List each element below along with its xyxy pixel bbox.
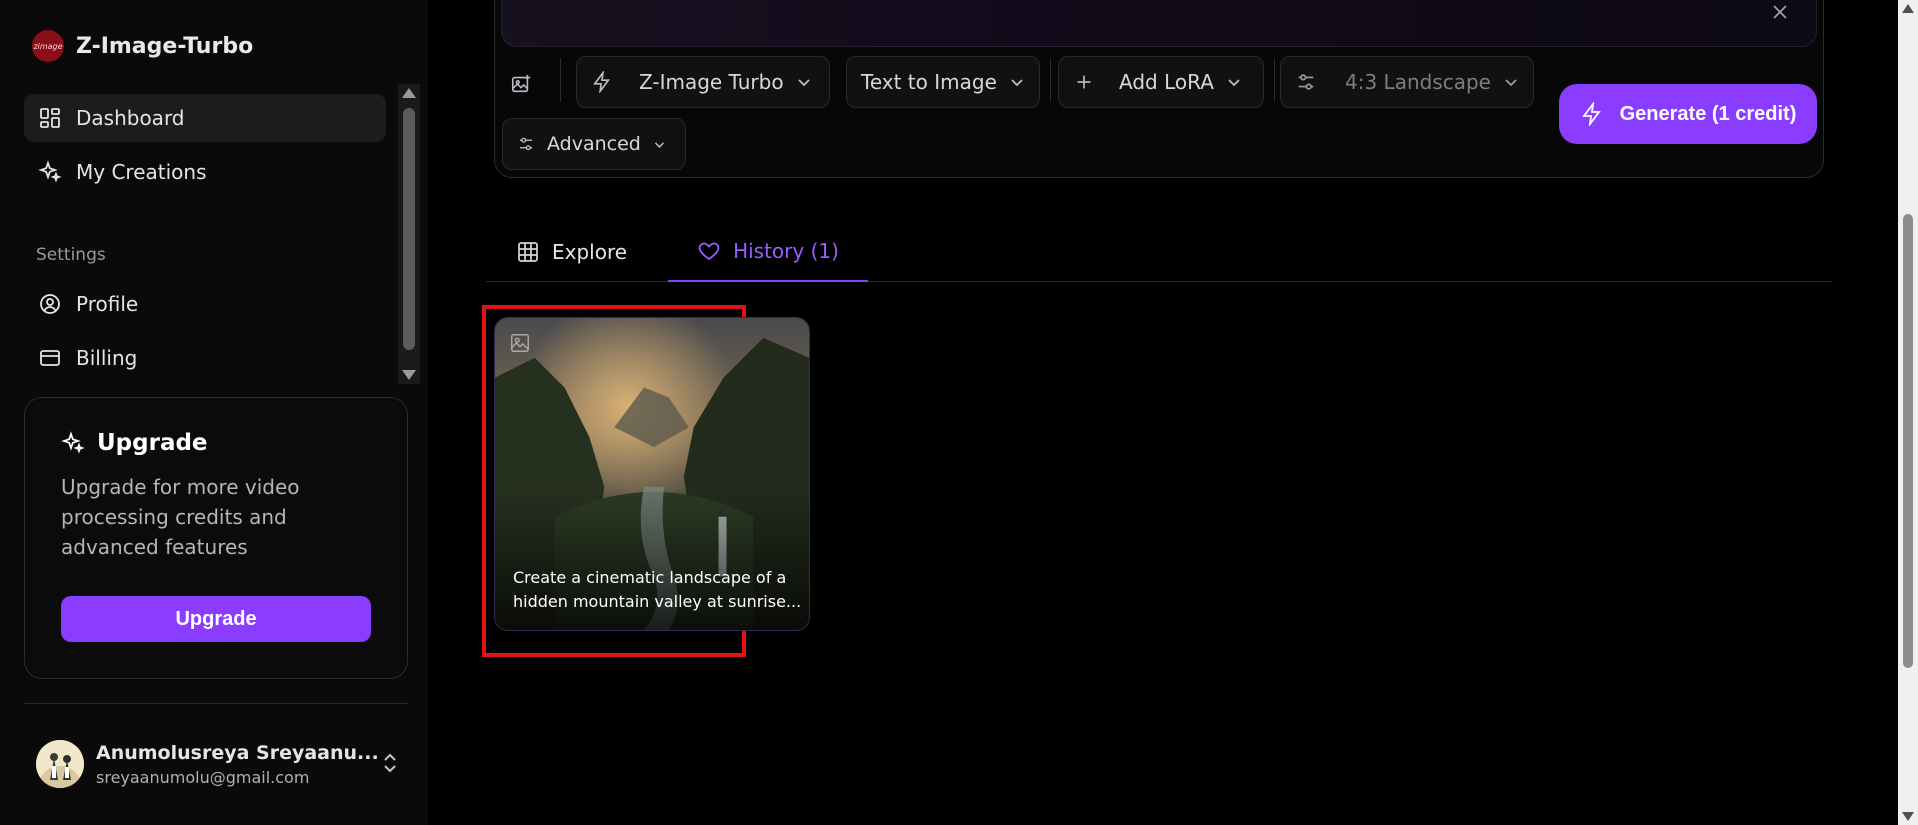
image-icon: [511, 334, 529, 352]
model-select-label: Z-Image Turbo: [639, 70, 784, 94]
sidebar-item-label: My Creations: [76, 160, 207, 184]
upgrade-heading: Upgrade: [61, 430, 208, 456]
credit-card-icon: [40, 350, 60, 366]
tab-history[interactable]: History (1): [668, 222, 868, 282]
toolbar-separator: [560, 58, 561, 102]
add-lora-select[interactable]: Add LoRA: [1058, 56, 1264, 108]
chevron-down-icon: [1011, 79, 1023, 87]
sliders-icon: [1298, 74, 1314, 90]
grid-icon: [518, 242, 538, 262]
upgrade-title: Upgrade: [97, 430, 208, 456]
aspect-ratio-select[interactable]: 4:3 Landscape: [1280, 56, 1534, 108]
lightning-icon: [1581, 102, 1601, 126]
scrollbar-thumb[interactable]: [1903, 214, 1913, 668]
sidebar-item-label: Profile: [76, 292, 139, 316]
close-icon[interactable]: [1772, 4, 1788, 20]
tab-label: History (1): [733, 239, 839, 263]
avatar: [36, 740, 84, 788]
model-select[interactable]: Z-Image Turbo: [576, 56, 830, 108]
app-logo[interactable]: zimage Z-Image-Turbo: [32, 30, 253, 62]
scroll-down-arrow-icon[interactable]: [1902, 812, 1914, 821]
user-email: sreyaanumolu@gmail.com: [96, 768, 310, 787]
image-upload-button[interactable]: [500, 58, 550, 110]
scrollbar-thumb[interactable]: [403, 108, 415, 350]
upgrade-card: Upgrade Upgrade for more video processin…: [24, 397, 408, 679]
sidebar-divider: [24, 703, 408, 704]
logo-badge: zimage: [32, 30, 64, 62]
sparkle-icon: [38, 160, 62, 183]
sidebar-item-label: Dashboard: [76, 106, 185, 130]
add-lora-label: Add LoRA: [1119, 70, 1214, 94]
user-menu[interactable]: Anumolusreya Sreyaanu... sreyaanumolu@gm…: [36, 738, 406, 790]
sidebar-item-billing[interactable]: Billing: [24, 334, 386, 382]
scroll-up-arrow-icon[interactable]: [402, 88, 416, 98]
scroll-down-arrow-icon[interactable]: [402, 370, 416, 380]
user-circle-icon: [40, 294, 60, 314]
history-card[interactable]: Create a cinematic landscape of a hidden…: [494, 317, 810, 631]
sidebar-item-label: Billing: [76, 346, 138, 370]
toolbar-separator: [1050, 58, 1051, 102]
image-add-icon: [511, 74, 531, 93]
tab-explore[interactable]: Explore: [486, 222, 668, 282]
sliders-icon: [520, 137, 532, 151]
sidebar-item-my-creations[interactable]: My Creations: [24, 148, 386, 196]
prompt-input[interactable]: [501, 0, 1817, 47]
upgrade-description: Upgrade for more video processing credit…: [61, 475, 300, 559]
chevron-down-icon: [797, 79, 810, 87]
sidebar-nav: Dashboard My Creations Settings Profile …: [0, 82, 420, 382]
mode-select-label: Text to Image: [861, 70, 997, 94]
heart-icon: [698, 242, 720, 261]
sidebar-scrollbar[interactable]: [398, 84, 420, 384]
chevron-down-icon: [654, 141, 664, 148]
aspect-ratio-label: 4:3 Landscape: [1345, 70, 1491, 94]
sidebar-item-dashboard[interactable]: Dashboard: [24, 94, 386, 142]
page-scrollbar[interactable]: [1898, 0, 1918, 825]
main-content: Z-Image Turbo Text to Image Add LoRA 4:3…: [428, 0, 1898, 825]
advanced-settings-label: Advanced: [547, 133, 641, 155]
dashboard-icon: [40, 108, 60, 128]
plus-icon: [1077, 75, 1091, 89]
toolbar-separator: [1274, 58, 1275, 102]
chevron-down-icon: [1228, 79, 1240, 87]
mode-select[interactable]: Text to Image: [846, 56, 1040, 108]
tab-label: Explore: [552, 240, 628, 264]
settings-section-label: Settings: [36, 245, 106, 265]
app-title: Z-Image-Turbo: [76, 33, 254, 59]
chevron-down-icon: [1505, 79, 1517, 87]
sidebar: zimage Z-Image-Turbo Dashboard My Creati…: [0, 0, 428, 825]
scroll-up-arrow-icon[interactable]: [1902, 4, 1914, 13]
sidebar-item-profile[interactable]: Profile: [24, 280, 386, 328]
lightning-icon: [593, 71, 611, 93]
user-name: Anumolusreya Sreyaanu...: [96, 742, 379, 764]
gallery-tabs: Explore History (1): [486, 222, 1832, 282]
advanced-settings-select[interactable]: Advanced: [502, 118, 686, 170]
history-card-caption: Create a cinematic landscape of a hidden…: [513, 568, 802, 611]
chevron-up-down-icon[interactable]: [380, 750, 400, 776]
upgrade-button[interactable]: Upgrade: [61, 596, 371, 642]
sparkle-icon: [61, 431, 85, 454]
generate-button-label: Generate (1 credit): [1619, 102, 1797, 125]
generate-button[interactable]: Generate (1 credit): [1559, 84, 1817, 144]
